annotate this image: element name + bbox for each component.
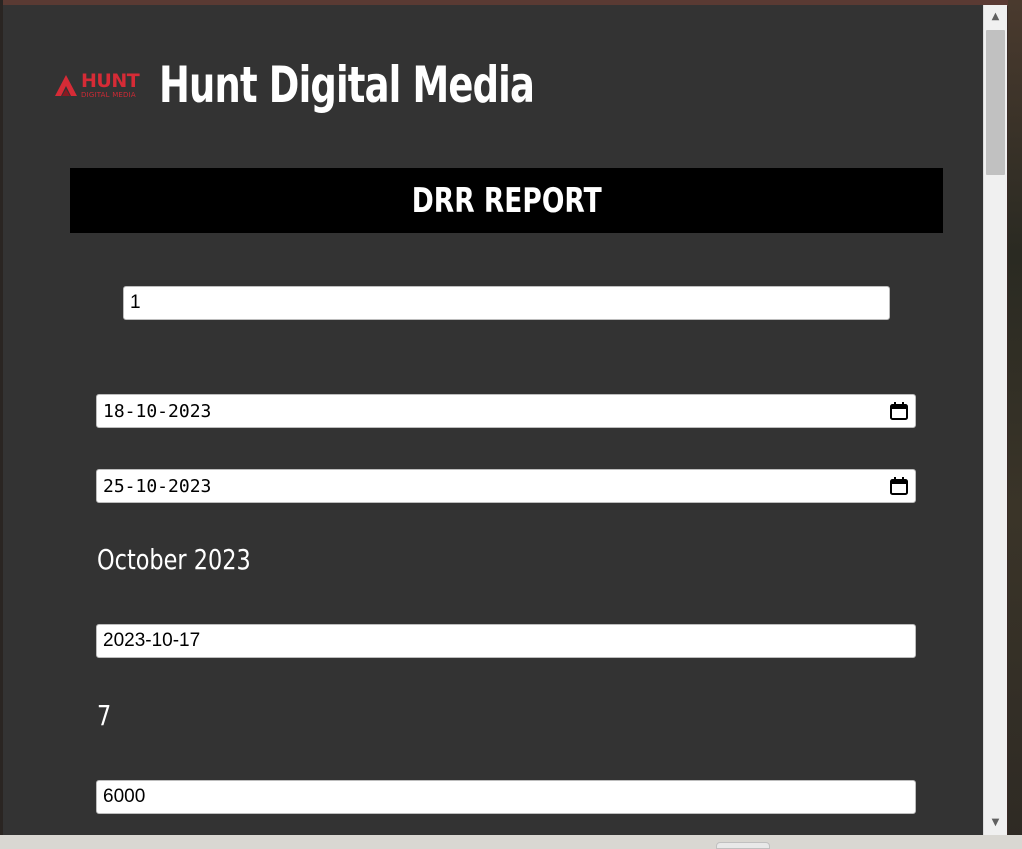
scroll-thumb[interactable] (986, 30, 1005, 175)
start-date-input[interactable]: 18-10-2023 (96, 394, 916, 428)
amount-value: 6000 (103, 786, 146, 807)
month-label: October 2023 (97, 543, 251, 576)
chevron-up-icon[interactable]: ▲ (984, 7, 1007, 27)
calendar-icon[interactable] (889, 476, 909, 496)
days-count-label: 7 (97, 699, 112, 732)
reference-date-input[interactable]: 2023-10-17 (96, 624, 916, 658)
vertical-scrollbar[interactable]: ▲ ▼ (983, 5, 1007, 835)
logo-text: HUNT DIGITAL MEDIA (81, 69, 140, 99)
report-title: DRR REPORT (411, 180, 602, 221)
background-bottom (0, 835, 1022, 849)
reference-date-value: 2023-10-17 (103, 630, 201, 651)
start-date-value: 18-10-2023 (103, 400, 212, 422)
report-banner: DRR REPORT (70, 168, 943, 233)
logo-word: HUNT (81, 69, 140, 92)
id-input-value: 1 (130, 292, 141, 313)
end-date-input[interactable]: 25-10-2023 (96, 469, 916, 503)
amount-input[interactable]: 6000 (96, 780, 916, 814)
brand-logo: HUNT DIGITAL MEDIA (53, 65, 143, 105)
id-input[interactable]: 1 (123, 286, 890, 320)
hunt-logo-icon (55, 75, 77, 96)
chevron-down-icon[interactable]: ▼ (984, 813, 1007, 833)
site-header: HUNT DIGITAL MEDIA Hunt Digital Media (53, 50, 616, 120)
site-title: Hunt Digital Media (159, 56, 535, 114)
calendar-icon[interactable] (889, 401, 909, 421)
end-date-value: 25-10-2023 (103, 475, 212, 497)
logo-subtitle: DIGITAL MEDIA (81, 90, 136, 99)
taskbar-tab[interactable] (716, 842, 770, 849)
background-right (1008, 0, 1022, 849)
popup-window: HUNT DIGITAL MEDIA Hunt Digital Media DR… (3, 5, 983, 835)
